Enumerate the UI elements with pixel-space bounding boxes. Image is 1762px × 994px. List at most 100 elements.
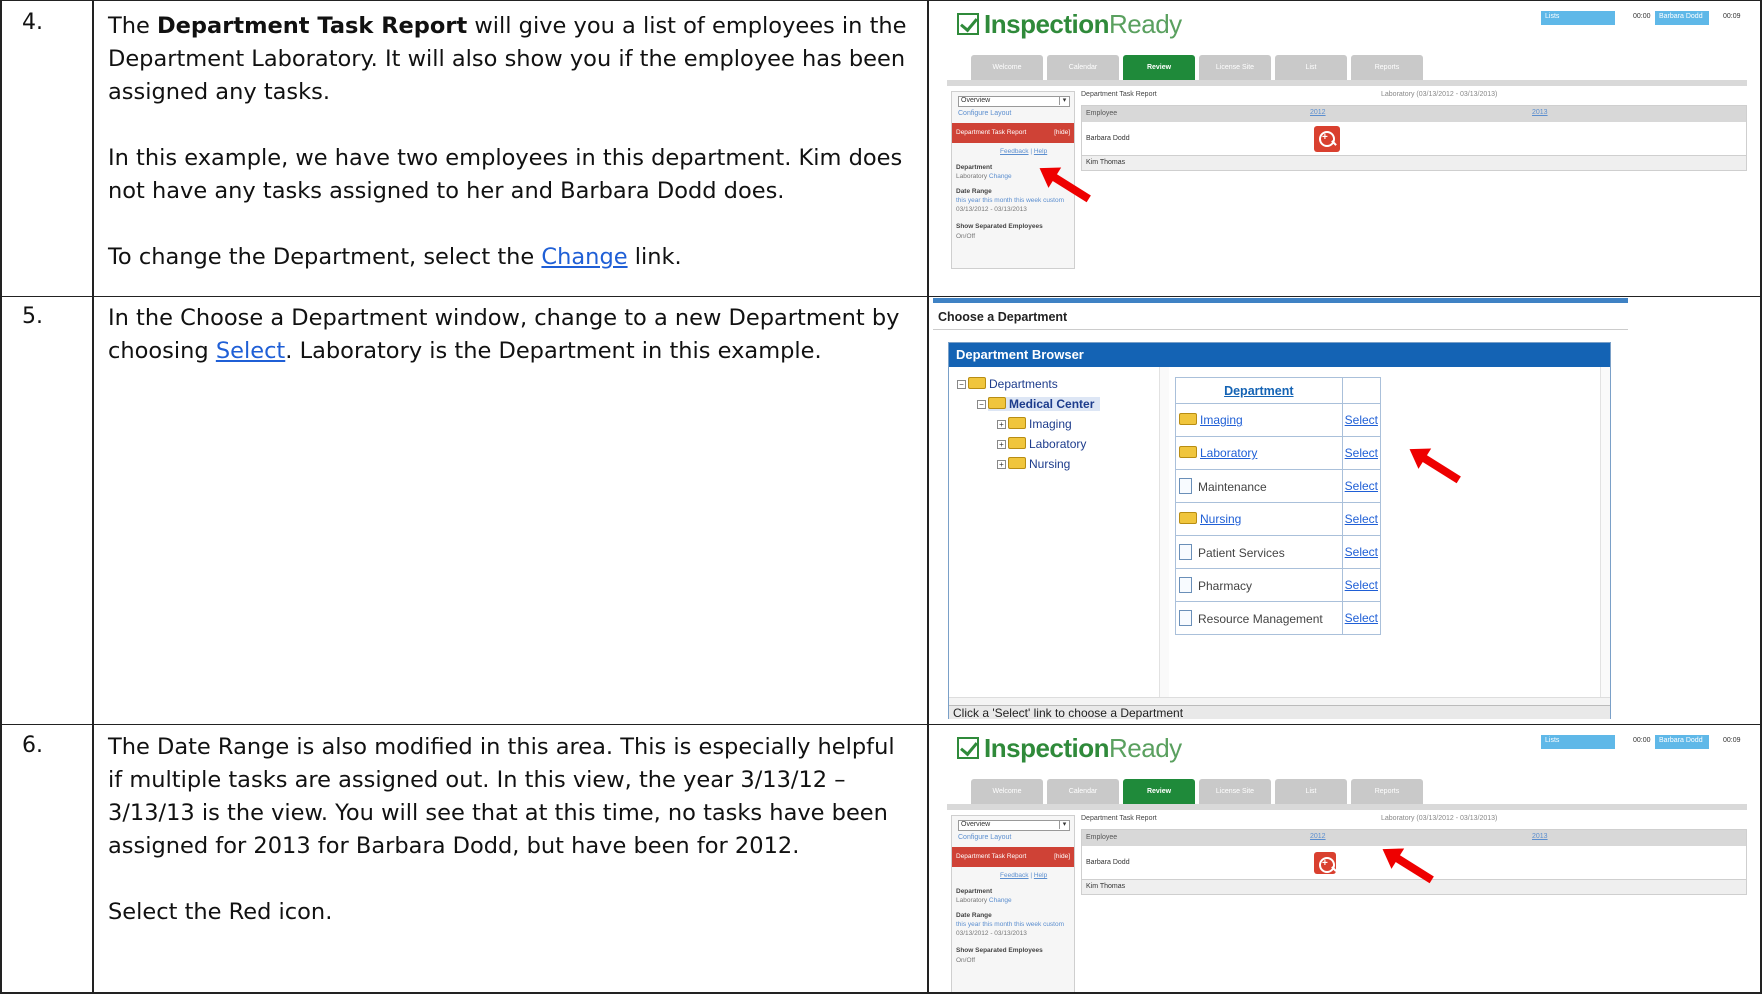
select-link[interactable]: Select bbox=[1341, 535, 1382, 569]
report-title: Department Task Report bbox=[956, 129, 1027, 136]
tree-label: Laboratory bbox=[1029, 437, 1087, 451]
tree-node-nursing[interactable]: + Nursing bbox=[997, 457, 1070, 471]
report-widget-header[interactable]: Department Task Report [hide] bbox=[952, 847, 1074, 867]
department-label: Department bbox=[956, 888, 993, 895]
department-link[interactable]: Nursing bbox=[1200, 512, 1241, 526]
table-row: Imaging Select bbox=[1175, 403, 1382, 437]
tab-reports[interactable]: Reports bbox=[1351, 55, 1423, 80]
table-row: Kim Thomas bbox=[1082, 156, 1746, 170]
logo-text: Inspection bbox=[984, 9, 1110, 39]
tree-node-medical-center[interactable]: − Medical Center bbox=[977, 397, 1101, 411]
department-browser: Department Browser − Departments − Medical… bbox=[948, 342, 1611, 720]
department-name: Pharmacy bbox=[1175, 568, 1343, 602]
step-number: 6. bbox=[22, 733, 43, 758]
change-link[interactable]: Change bbox=[541, 244, 627, 270]
department-name: Patient Services bbox=[1175, 535, 1343, 569]
configure-layout-link[interactable]: Configure Layout bbox=[958, 834, 1011, 841]
col-year-2012[interactable]: 2012 bbox=[1310, 833, 1326, 840]
department-change-link[interactable]: Change bbox=[989, 897, 1012, 904]
top-link[interactable]: Lists bbox=[1541, 735, 1615, 749]
select-link[interactable]: Select bbox=[216, 338, 285, 364]
select-link[interactable]: Select bbox=[1341, 568, 1382, 602]
tab-license-site[interactable]: License Site bbox=[1199, 779, 1271, 804]
report-widget-header[interactable]: Department Task Report [hide] bbox=[952, 123, 1074, 143]
department-name: Laboratory bbox=[956, 173, 988, 180]
col-year-2013[interactable]: 2013 bbox=[1532, 109, 1548, 116]
inspection-ready-screenshot: InspectionReady Lists 00:00 Barbara Dodd… bbox=[933, 727, 1755, 993]
folder-icon bbox=[988, 397, 1006, 409]
feedback-link[interactable]: Feedback bbox=[1000, 872, 1029, 879]
app-logo: InspectionReady bbox=[957, 733, 1182, 764]
view-select[interactable]: Overview bbox=[958, 96, 1070, 107]
select-link[interactable]: Select bbox=[1341, 502, 1382, 536]
feedback-link[interactable]: Feedback bbox=[1000, 148, 1029, 155]
department-name[interactable]: Imaging bbox=[1175, 403, 1343, 437]
tree-node-departments[interactable]: − Departments bbox=[957, 377, 1058, 391]
department-link[interactable]: Imaging bbox=[1200, 413, 1243, 427]
tab-review[interactable]: Review bbox=[1123, 55, 1195, 80]
date-range-label: Date Range bbox=[956, 912, 992, 919]
sidebar: Overview Configure Layout Department Tas… bbox=[951, 815, 1075, 993]
zoom-in-icon[interactable]: + bbox=[1314, 126, 1340, 152]
tab-calendar[interactable]: Calendar bbox=[1047, 55, 1119, 80]
table-row: Nursing Select bbox=[1175, 502, 1382, 536]
configure-layout-link[interactable]: Configure Layout bbox=[958, 110, 1011, 117]
col-year-2013[interactable]: 2013 bbox=[1532, 833, 1548, 840]
top-user[interactable]: Barbara Dodd bbox=[1655, 11, 1709, 25]
tab-review[interactable]: Review bbox=[1123, 779, 1195, 804]
collapse-icon[interactable]: − bbox=[957, 380, 966, 389]
feedback-help[interactable]: Feedback | Help bbox=[1000, 148, 1047, 155]
hide-link[interactable]: [hide] bbox=[1054, 129, 1070, 136]
table-scrollbar[interactable] bbox=[1600, 367, 1610, 697]
top-link[interactable]: Lists bbox=[1541, 11, 1615, 25]
col-employee: Employee bbox=[1086, 110, 1118, 117]
separated-toggle[interactable]: On/Off bbox=[956, 233, 975, 240]
select-link[interactable]: Select bbox=[1341, 403, 1382, 437]
top-user[interactable]: Barbara Dodd bbox=[1655, 735, 1709, 749]
department-name[interactable]: Nursing bbox=[1175, 502, 1343, 536]
department-header[interactable]: Department bbox=[1175, 377, 1343, 404]
expand-icon[interactable]: + bbox=[997, 420, 1006, 429]
expand-icon[interactable]: + bbox=[997, 440, 1006, 449]
report-subtitle: Laboratory (03/13/2012 - 03/13/2013) bbox=[1381, 815, 1498, 822]
table-row: Kim Thomas bbox=[1082, 880, 1746, 894]
hide-link[interactable]: [hide] bbox=[1054, 853, 1070, 860]
tab-list[interactable]: List bbox=[1275, 779, 1347, 804]
feedback-help[interactable]: Feedback | Help bbox=[1000, 872, 1047, 879]
report-subtitle: Laboratory (03/13/2012 - 03/13/2013) bbox=[1381, 91, 1498, 98]
tab-welcome[interactable]: Welcome bbox=[971, 779, 1043, 804]
tab-calendar[interactable]: Calendar bbox=[1047, 779, 1119, 804]
help-link[interactable]: Help bbox=[1034, 148, 1047, 155]
tab-license-site[interactable]: License Site bbox=[1199, 55, 1271, 80]
report-panel: Department Task Report Laboratory (03/13/… bbox=[1081, 91, 1747, 171]
expand-icon[interactable]: + bbox=[997, 460, 1006, 469]
select-link[interactable]: Select bbox=[1341, 469, 1382, 503]
choose-department-dialog: Choose a Department Department Browser −… bbox=[933, 298, 1628, 720]
folder-icon bbox=[1008, 437, 1026, 449]
checkbox-logo-icon bbox=[957, 737, 979, 759]
select-link[interactable]: Select bbox=[1341, 436, 1382, 470]
view-select[interactable]: Overview bbox=[958, 820, 1070, 831]
department-link[interactable]: Laboratory bbox=[1200, 446, 1257, 460]
document-icon bbox=[1179, 610, 1192, 626]
zoom-in-icon[interactable]: + bbox=[1314, 852, 1336, 874]
tree-node-imaging[interactable]: + Imaging bbox=[997, 417, 1072, 431]
tab-list[interactable]: List bbox=[1275, 55, 1347, 80]
separated-toggle[interactable]: On/Off bbox=[956, 957, 975, 964]
department-change-link[interactable]: Change bbox=[989, 173, 1012, 180]
tree-node-laboratory[interactable]: + Laboratory bbox=[997, 437, 1086, 451]
tree-label: Medical Center bbox=[1009, 397, 1095, 411]
select-link[interactable]: Select bbox=[1341, 601, 1382, 635]
folder-icon bbox=[1179, 413, 1197, 425]
help-link[interactable]: Help bbox=[1034, 872, 1047, 879]
date-shortcuts[interactable]: this year this month this week custom bbox=[956, 197, 1064, 204]
collapse-icon[interactable]: − bbox=[977, 400, 986, 409]
col-year-2012[interactable]: 2012 bbox=[1310, 109, 1326, 116]
tree-scrollbar[interactable] bbox=[1159, 367, 1169, 697]
tab-welcome[interactable]: Welcome bbox=[971, 55, 1043, 80]
department-value: Laboratory Change bbox=[956, 173, 1012, 180]
grid-header: Employee 2012 2013 bbox=[1082, 106, 1746, 122]
tab-reports[interactable]: Reports bbox=[1351, 779, 1423, 804]
department-name[interactable]: Laboratory bbox=[1175, 436, 1343, 470]
date-shortcuts[interactable]: this year this month this week custom bbox=[956, 921, 1064, 928]
